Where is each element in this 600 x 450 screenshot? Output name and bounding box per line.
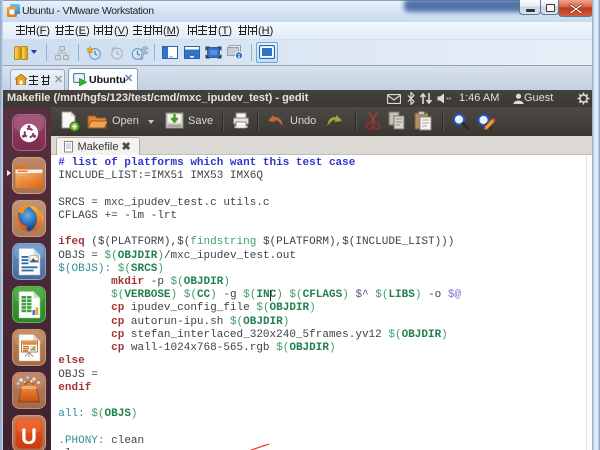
svg-text:U: U [21,424,37,449]
